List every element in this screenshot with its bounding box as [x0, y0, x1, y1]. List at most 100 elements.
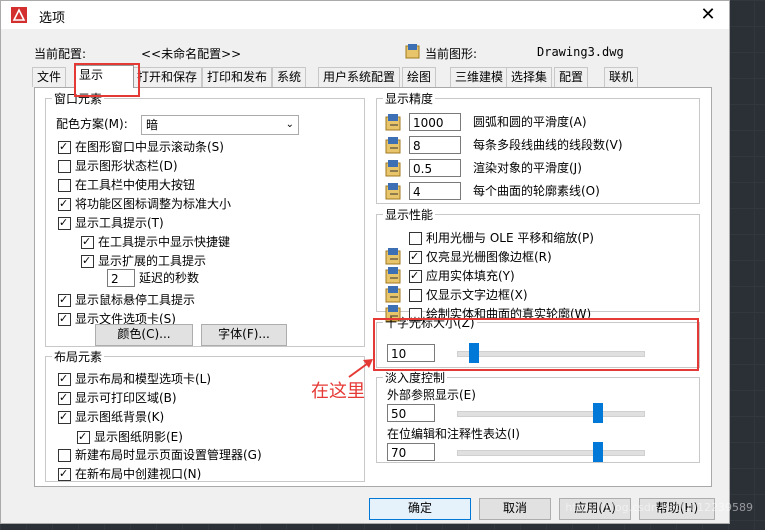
checkbox[interactable] [58, 408, 71, 426]
checkbox[interactable] [409, 267, 422, 285]
display-resolution-label: 圆弧和圆的平滑度(A) [473, 115, 587, 129]
check-label: 显示扩展的工具提示 [98, 254, 207, 268]
tab-selection[interactable]: 选择集 [506, 67, 553, 87]
checkbox[interactable] [58, 389, 71, 407]
display-performance-check[interactable]: 利用光栅与 OLE 平移和缩放(P) [409, 229, 594, 247]
crosshair-size-legend: 十字光标大小(Z) [385, 316, 475, 330]
checkbox[interactable] [58, 465, 71, 483]
display-performance-check[interactable]: 仅亮显光栅图像边框(R) [409, 248, 552, 266]
crosshair-size-input[interactable]: 10 [387, 344, 435, 362]
checkbox[interactable] [58, 370, 71, 388]
check-label: 显示图纸背景(K) [75, 410, 165, 424]
display-tab-panel: 窗口元素 配色方案(M): 暗 ⌄ 在图形窗口中显示滚动条(S) 显示图形状态栏… [34, 87, 712, 487]
checkbox[interactable] [58, 159, 71, 173]
check-scrollbars[interactable]: 在图形窗口中显示滚动条(S) [58, 138, 224, 156]
checkbox[interactable] [58, 195, 71, 213]
colors-button[interactable]: 颜色(C)... [95, 324, 193, 346]
inplace-edit-slider-thumb[interactable] [592, 442, 603, 462]
checkbox[interactable] [81, 252, 94, 270]
color-scheme-label: 配色方案(M): [56, 117, 128, 131]
display-resolution-label: 每条多段线曲线的线段数(V) [473, 138, 623, 152]
ok-button[interactable]: 确定 [369, 498, 471, 520]
display-resolution-icon [385, 159, 403, 177]
chevron-down-icon: ⌄ [285, 119, 294, 130]
check-extended-tooltips[interactable]: 显示扩展的工具提示 [81, 252, 206, 270]
watermark: https://blog.csdn.net/u012239589 [565, 501, 753, 514]
check-page-setup-manager[interactable]: 新建布局时显示页面设置管理器(G) [58, 446, 262, 464]
xref-display-slider-track[interactable] [457, 411, 645, 417]
display-resolution-input[interactable]: 8 [409, 136, 461, 154]
check-paper-background[interactable]: 显示图纸背景(K) [58, 408, 164, 426]
inplace-edit-slider-track[interactable] [457, 450, 645, 456]
check-label: 仅显示文字边框(X) [426, 288, 528, 302]
display-performance-icon [385, 266, 403, 284]
checkbox[interactable] [58, 291, 71, 309]
check-status-bar[interactable]: 显示图形状态栏(D) [58, 157, 178, 175]
title-bar: 选项 ✕ [1, 1, 729, 29]
xref-display-input[interactable]: 50 [387, 404, 435, 422]
delay-seconds-label: 延迟的秒数 [139, 271, 200, 285]
tab-online[interactable]: 联机 [604, 67, 639, 87]
check-paper-shadow[interactable]: 显示图纸阴影(E) [77, 428, 183, 446]
checkbox[interactable] [409, 231, 422, 245]
crosshair-size-slider-track[interactable] [457, 351, 645, 357]
checkbox[interactable] [58, 310, 71, 328]
window-title: 选项 [39, 11, 66, 26]
checkbox[interactable] [58, 178, 71, 192]
check-label: 显示可打印区域(B) [75, 391, 177, 405]
checkbox[interactable] [409, 288, 422, 302]
inplace-edit-input[interactable]: 70 [387, 443, 435, 461]
current-profile-label: 当前配置: [34, 47, 87, 61]
check-label: 在工具提示中显示快捷键 [98, 235, 231, 249]
check-layout-model-tabs[interactable]: 显示布局和模型选项卡(L) [58, 370, 211, 388]
check-label: 新建布局时显示页面设置管理器(G) [75, 448, 262, 462]
inplace-edit-label: 在位编辑和注释性表达(I) [387, 427, 520, 441]
tab-files[interactable]: 文件 [32, 67, 67, 87]
tab-profiles[interactable]: 配置 [554, 67, 589, 87]
display-performance-check[interactable]: 应用实体填充(Y) [409, 267, 515, 285]
check-label: 应用实体填充(Y) [426, 269, 515, 283]
display-resolution-icon [385, 113, 403, 131]
check-tooltips[interactable]: 显示工具提示(T) [58, 214, 164, 232]
close-button[interactable]: ✕ [697, 4, 719, 25]
xref-display-label: 外部参照显示(E) [387, 388, 476, 402]
tab-3d-modeling[interactable]: 三维建模 [450, 67, 509, 87]
color-scheme-select[interactable]: 暗 ⌄ [141, 115, 299, 135]
checkbox[interactable] [58, 214, 71, 232]
tab-drafting[interactable]: 绘图 [402, 67, 437, 87]
checkbox[interactable] [58, 448, 71, 462]
delay-seconds-input[interactable]: 2 [107, 269, 135, 287]
cancel-button[interactable]: 取消 [479, 498, 551, 520]
display-resolution-icon [385, 182, 403, 200]
fonts-button[interactable]: 字体(F)... [201, 324, 287, 346]
display-resolution-input[interactable]: 1000 [409, 113, 461, 131]
check-label: 显示图纸阴影(E) [94, 430, 183, 444]
check-create-viewport[interactable]: 在新布局中创建视口(N) [58, 465, 201, 483]
checkbox[interactable] [77, 428, 90, 446]
check-large-buttons[interactable]: 在工具栏中使用大按钮 [58, 176, 195, 194]
display-resolution-input[interactable]: 4 [409, 182, 461, 200]
display-resolution-input[interactable]: 0.5 [409, 159, 461, 177]
crosshair-size-slider-thumb[interactable] [469, 343, 480, 363]
check-ribbon-icons[interactable]: 将功能区图标调整为标准大小 [58, 195, 231, 213]
tab-user-preferences[interactable]: 用户系统配置 [318, 67, 401, 87]
annotation-arrow-icon [348, 359, 373, 378]
display-resolution-icon [385, 136, 403, 154]
tab-system[interactable]: 系统 [272, 67, 307, 87]
check-printable-area[interactable]: 显示可打印区域(B) [58, 389, 177, 407]
current-profile-value: <<未命名配置>> [141, 47, 242, 61]
display-resolution-legend: 显示精度 [385, 92, 434, 106]
tab-display[interactable]: 显示 [74, 65, 134, 88]
tab-open-save[interactable]: 打开和保存 [132, 67, 203, 87]
check-shortcut-in-tooltip[interactable]: 在工具提示中显示快捷键 [81, 233, 230, 251]
checkbox[interactable] [409, 248, 422, 266]
checkbox[interactable] [58, 138, 71, 156]
current-drawing-value: Drawing3.dwg [537, 45, 624, 59]
xref-display-slider-thumb[interactable] [592, 403, 603, 423]
check-rollover-tooltips[interactable]: 显示鼠标悬停工具提示 [58, 291, 195, 309]
annotation-text: 在这里 [311, 381, 365, 402]
checkbox[interactable] [81, 233, 94, 251]
tab-plot-publish[interactable]: 打印和发布 [202, 67, 273, 87]
check-label: 显示布局和模型选项卡(L) [75, 372, 212, 386]
display-performance-check[interactable]: 仅显示文字边框(X) [409, 286, 528, 304]
